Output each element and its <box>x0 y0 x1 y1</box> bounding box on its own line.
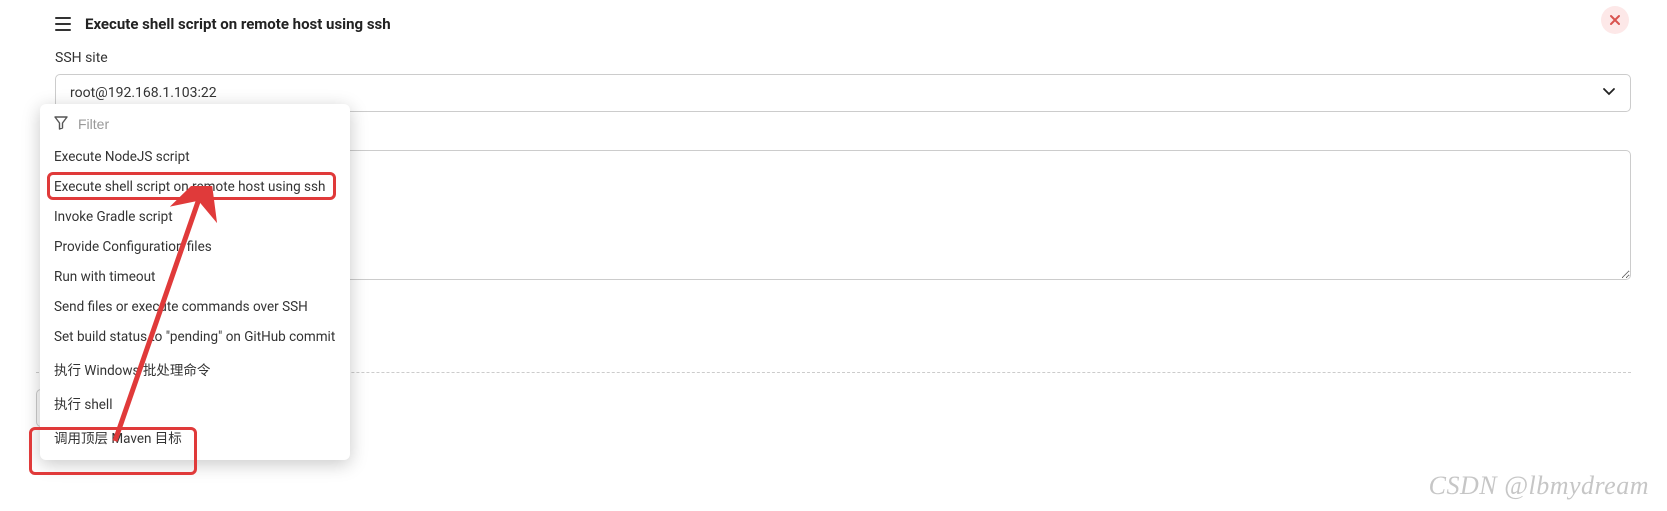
ssh-site-value: root@192.168.1.103:22 <box>70 85 217 101</box>
watermark: CSDN @lbmydream <box>1429 471 1649 501</box>
dropdown-item[interactable]: Provide Configuration files <box>40 232 350 262</box>
section-header: Execute shell script on remote host usin… <box>55 10 1631 38</box>
ssh-site-label: SSH site <box>55 50 1631 66</box>
dropdown-item[interactable]: Invoke Gradle script <box>40 202 350 232</box>
build-step-dropdown: Execute NodeJS scriptExecute shell scrip… <box>40 104 350 460</box>
dropdown-item[interactable]: 执行 shell <box>40 386 350 420</box>
close-icon[interactable] <box>1601 6 1629 34</box>
section-title: Execute shell script on remote host usin… <box>85 15 391 33</box>
dropdown-item[interactable]: Set build status to "pending" on GitHub … <box>40 322 350 352</box>
dropdown-item[interactable]: Execute NodeJS script <box>40 142 350 172</box>
filter-row <box>40 110 350 142</box>
filter-input[interactable] <box>78 116 336 132</box>
dropdown-item[interactable]: 调用顶层 Maven 目标 <box>40 420 350 454</box>
dropdown-item[interactable]: Send files or execute commands over SSH <box>40 292 350 322</box>
drag-handle-icon[interactable] <box>55 17 73 31</box>
dropdown-item[interactable]: 执行 Windows 批处理命令 <box>40 352 350 386</box>
filter-icon <box>54 116 70 132</box>
dropdown-item[interactable]: Run with timeout <box>40 262 350 292</box>
dropdown-item[interactable]: Execute shell script on remote host usin… <box>40 172 350 202</box>
chevron-down-icon <box>1602 86 1616 100</box>
